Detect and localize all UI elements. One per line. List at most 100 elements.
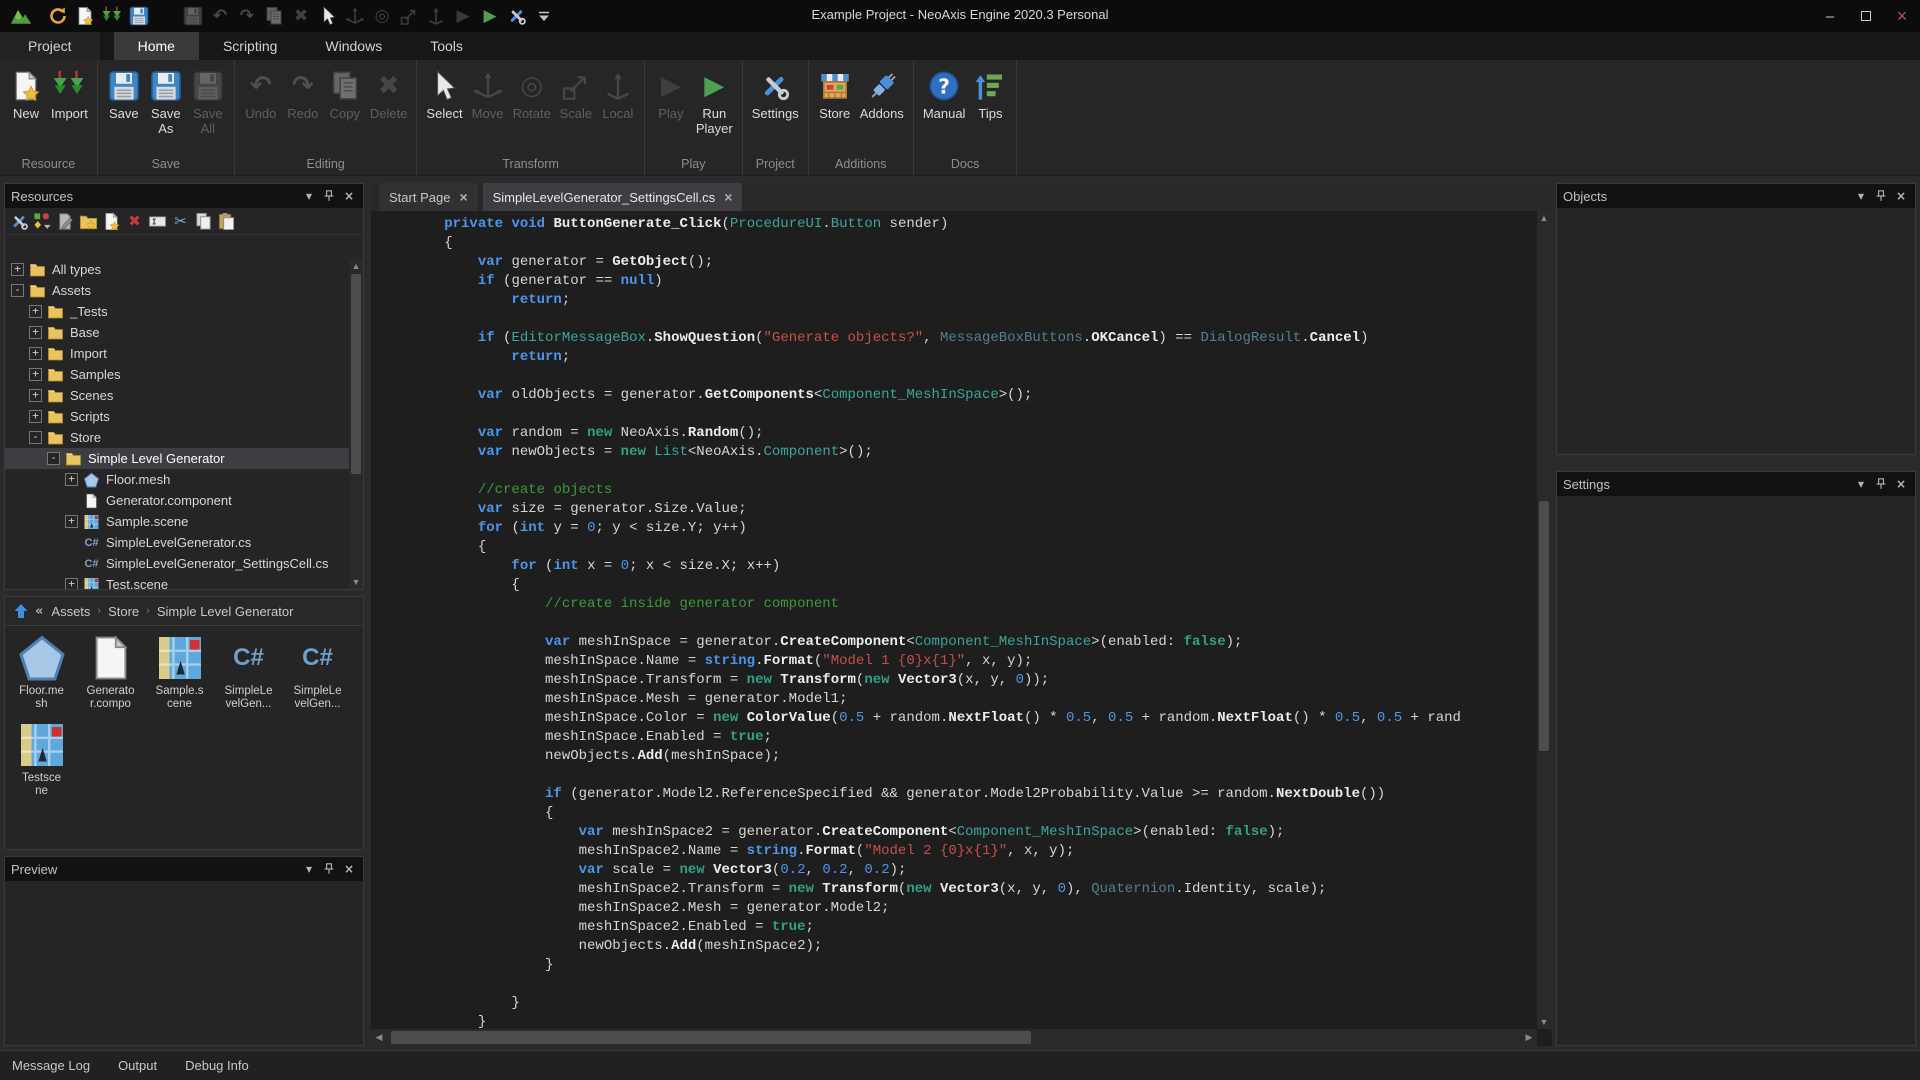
pin-icon[interactable] xyxy=(1873,188,1889,204)
expand-icon[interactable]: + xyxy=(65,473,78,486)
quick-refresh-icon[interactable] xyxy=(46,4,70,28)
quick-import-icon[interactable] xyxy=(100,4,124,28)
expand-icon[interactable]: + xyxy=(29,305,42,318)
chevron-down-icon[interactable]: ▾ xyxy=(1853,476,1869,492)
quick-save-icon[interactable] xyxy=(127,4,151,28)
quick-rotate-icon[interactable]: ◎ xyxy=(370,4,394,28)
rename-icon[interactable] xyxy=(148,212,167,231)
paste-icon[interactable] xyxy=(217,212,236,231)
resource-thumbnail[interactable]: Sample.s cene xyxy=(145,634,214,711)
quick-redo-icon[interactable]: ↷ xyxy=(235,4,259,28)
quick-settings-tools-icon[interactable] xyxy=(505,4,529,28)
ribbon-button-run-player[interactable]: ▶Run Player xyxy=(693,68,736,138)
quick-save-as-icon[interactable] xyxy=(154,4,178,28)
close-icon[interactable]: × xyxy=(1893,476,1909,492)
tree-item[interactable]: +Scenes xyxy=(5,385,363,406)
quick-local-icon[interactable] xyxy=(424,4,448,28)
menu-tab-project[interactable]: Project xyxy=(0,32,100,60)
filter-types-icon[interactable] xyxy=(33,212,52,231)
minimize-button[interactable]: – xyxy=(1812,0,1848,32)
tree-item[interactable]: +_Tests xyxy=(5,301,363,322)
breadcrumb-back[interactable]: « xyxy=(35,605,43,618)
tree-item[interactable]: +Base xyxy=(5,322,363,343)
expand-icon[interactable]: + xyxy=(29,326,42,339)
tree-item[interactable]: +C#SimpleLevelGenerator_SettingsCell.cs xyxy=(5,553,363,574)
expand-icon[interactable]: + xyxy=(29,389,42,402)
scrollbar-thumb[interactable] xyxy=(351,274,361,474)
scroll-down-icon[interactable]: ▼ xyxy=(1537,1015,1551,1029)
ribbon-button-new[interactable]: New xyxy=(6,68,46,123)
ribbon-button-settings[interactable]: Settings xyxy=(749,68,802,123)
statusbar-item-debug-info[interactable]: Debug Info xyxy=(185,1058,249,1073)
expand-icon[interactable]: + xyxy=(29,410,42,423)
ribbon-button-rotate[interactable]: ◎Rotate xyxy=(510,68,554,123)
expand-icon[interactable]: + xyxy=(65,515,78,528)
tree-item[interactable]: -Store xyxy=(5,427,363,448)
menu-tab-scripting[interactable]: Scripting xyxy=(199,32,301,60)
quick-save-all-icon[interactable] xyxy=(181,4,205,28)
expand-icon[interactable]: + xyxy=(65,578,78,589)
quick-run-player-icon[interactable]: ▶ xyxy=(478,4,502,28)
close-icon[interactable]: × xyxy=(341,188,357,204)
ribbon-button-local[interactable]: Local xyxy=(598,68,638,123)
collapse-icon[interactable]: - xyxy=(47,452,60,465)
ribbon-button-manual[interactable]: ?Manual xyxy=(920,68,969,123)
close-button[interactable]: × xyxy=(1884,0,1920,32)
quick-delete-icon[interactable]: ✖ xyxy=(289,4,313,28)
quick-copy-icon[interactable] xyxy=(262,4,286,28)
pin-icon[interactable] xyxy=(321,861,337,877)
tree-item[interactable]: +Sample.scene xyxy=(5,511,363,532)
copy-pages-icon[interactable] xyxy=(194,212,213,231)
tab-close-icon[interactable]: × xyxy=(724,189,732,205)
ribbon-button-delete[interactable]: ✖Delete xyxy=(367,68,411,123)
ribbon-button-undo[interactable]: ↶Undo xyxy=(241,68,281,123)
quick-customize-chevron-icon[interactable] xyxy=(532,4,556,28)
resource-thumbnail[interactable]: C#SimpleLe velGen... xyxy=(283,634,352,711)
quick-undo-icon[interactable]: ↶ xyxy=(208,4,232,28)
close-icon[interactable]: × xyxy=(341,861,357,877)
ribbon-button-redo[interactable]: ↷Redo xyxy=(283,68,323,123)
close-icon[interactable]: × xyxy=(1893,188,1909,204)
breadcrumb-item[interactable]: Store xyxy=(108,604,139,619)
scroll-up-icon[interactable]: ▲ xyxy=(349,259,363,273)
up-arrow-icon[interactable] xyxy=(13,603,29,619)
resource-thumbnail[interactable]: Generato r.compo xyxy=(76,634,145,711)
scroll-right-icon[interactable]: ▶ xyxy=(1521,1029,1537,1046)
tree-item[interactable]: +C#SimpleLevelGenerator.cs xyxy=(5,532,363,553)
code-area[interactable]: private void ButtonGenerate_Click(Proced… xyxy=(371,211,1537,1029)
code-vertical-scrollbar[interactable]: ▲ ▼ xyxy=(1537,211,1552,1029)
resource-thumbnail[interactable]: Testsce ne xyxy=(7,721,76,798)
scroll-up-icon[interactable]: ▲ xyxy=(1537,211,1551,225)
settings-tools-icon[interactable] xyxy=(10,212,29,231)
ribbon-button-save-as[interactable]: Save As xyxy=(146,68,186,138)
scroll-left-icon[interactable]: ◀ xyxy=(371,1029,387,1046)
cut-icon[interactable]: ✂ xyxy=(171,212,190,231)
code-horizontal-scrollbar[interactable]: ◀ ▶ xyxy=(371,1029,1537,1046)
collapse-icon[interactable]: - xyxy=(29,431,42,444)
tree-item[interactable]: +All types xyxy=(5,259,363,280)
collapse-icon[interactable]: - xyxy=(11,284,24,297)
maximize-button[interactable] xyxy=(1848,0,1884,32)
edit-resource-icon[interactable] xyxy=(56,212,75,231)
ribbon-button-save[interactable]: Save xyxy=(104,68,144,123)
tree-item[interactable]: +Scripts xyxy=(5,406,363,427)
expand-icon[interactable]: + xyxy=(29,368,42,381)
editor-tab[interactable]: Start Page× xyxy=(379,183,478,211)
resource-thumbnail[interactable]: Floor.me sh xyxy=(7,634,76,711)
quick-new-resource-icon[interactable] xyxy=(73,4,97,28)
tree-item[interactable]: +Samples xyxy=(5,364,363,385)
tree-item[interactable]: +Generator.component xyxy=(5,490,363,511)
editor-tab[interactable]: SimpleLevelGenerator_SettingsCell.cs× xyxy=(483,183,743,211)
resource-thumbnail[interactable]: C#SimpleLe velGen... xyxy=(214,634,283,711)
ribbon-button-store[interactable]: Store xyxy=(815,68,855,123)
tab-close-icon[interactable]: × xyxy=(459,189,467,205)
statusbar-item-output[interactable]: Output xyxy=(118,1058,157,1073)
chevron-down-icon[interactable]: ▾ xyxy=(1853,188,1869,204)
quick-play-icon[interactable]: ▶ xyxy=(451,4,475,28)
pin-icon[interactable] xyxy=(1873,476,1889,492)
menu-tab-tools[interactable]: Tools xyxy=(406,32,487,60)
scrollbar-thumb[interactable] xyxy=(391,1031,1031,1044)
breadcrumb-item[interactable]: Assets xyxy=(51,604,90,619)
quick-scale-icon[interactable] xyxy=(397,4,421,28)
tree-item[interactable]: +Test.scene xyxy=(5,574,363,589)
